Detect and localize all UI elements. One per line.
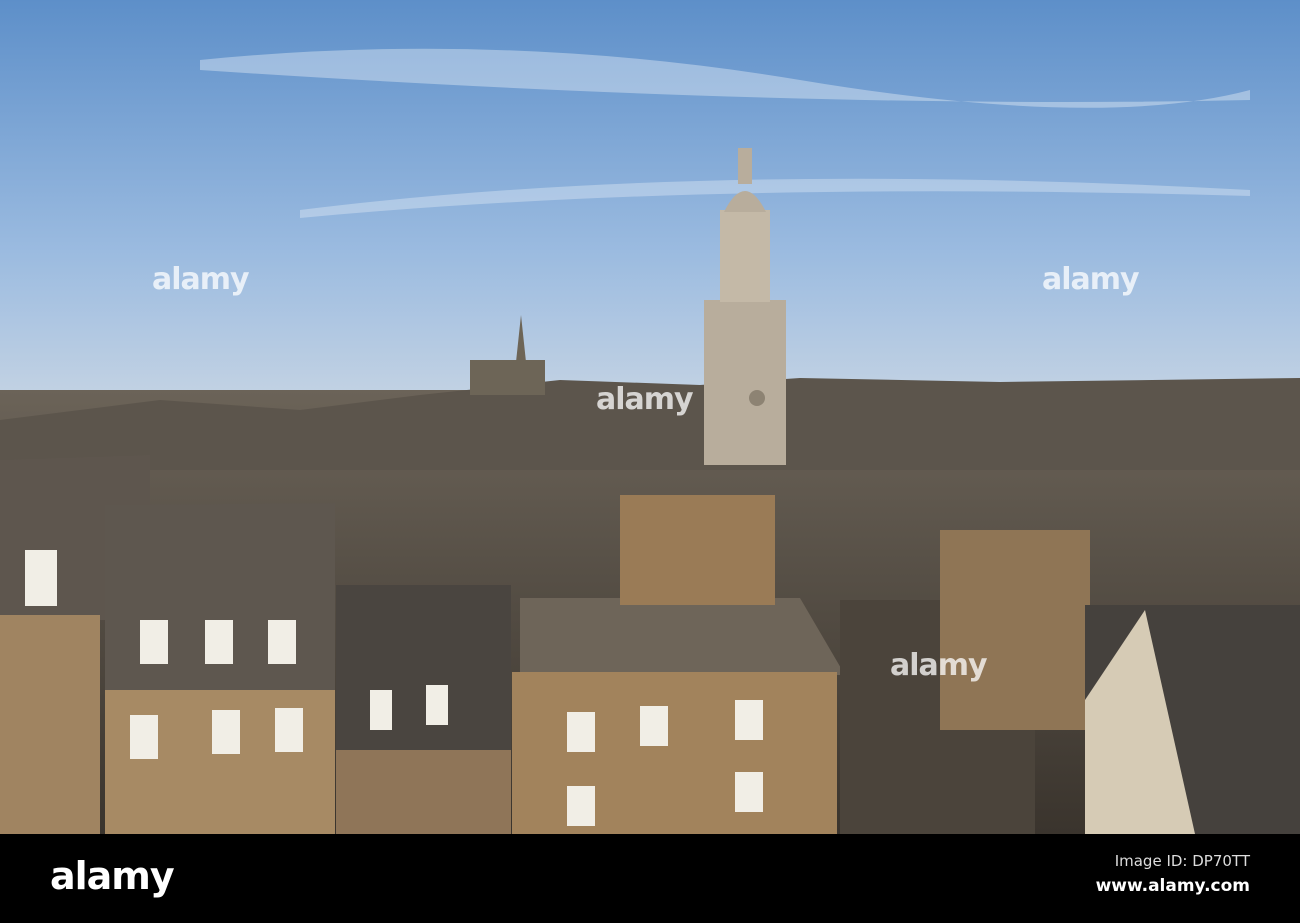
watermark: alamy xyxy=(152,262,250,297)
stock-photo-page: alamy alamy alamy alamy alamy Image ID: … xyxy=(0,0,1300,923)
town-rooftops-photo xyxy=(0,0,1300,834)
watermark: alamy xyxy=(890,648,988,683)
image-id: Image ID: DP70TT xyxy=(1114,852,1250,870)
footer-bar: alamy Image ID: DP70TT www.alamy.com xyxy=(0,834,1300,923)
website-link[interactable]: www.alamy.com xyxy=(1096,876,1250,896)
alamy-logo: alamy xyxy=(50,854,175,898)
watermark: alamy xyxy=(1042,262,1140,297)
watermark: alamy xyxy=(596,382,694,417)
